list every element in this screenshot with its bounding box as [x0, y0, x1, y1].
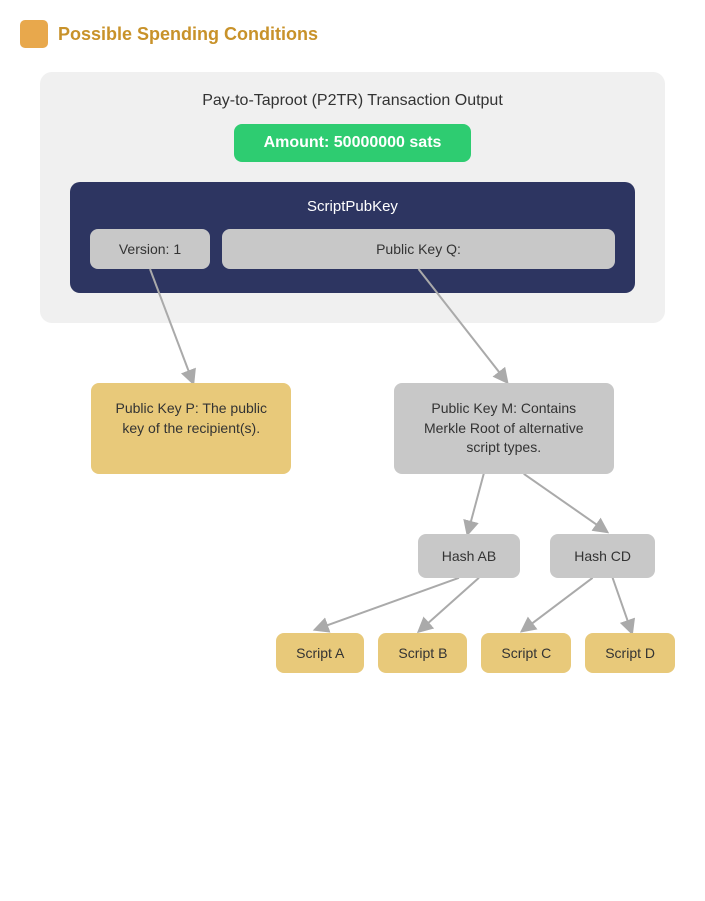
version-field: Version: 1	[90, 229, 210, 269]
scriptpubkey-title: ScriptPubKey	[90, 198, 615, 215]
amount-badge: Amount: 50000000 sats	[234, 124, 472, 162]
hash-ab-node: Hash AB	[418, 534, 520, 578]
pubkey-p-node: Public Key P: The public key of the reci…	[91, 383, 291, 474]
pubkey-q-field: Public Key Q:	[222, 229, 615, 269]
scripts-row: Script A Script B Script C Script D	[276, 633, 675, 673]
header: Possible Spending Conditions	[20, 20, 685, 48]
p2tr-container: Pay-to-Taproot (P2TR) Transaction Output…	[40, 72, 665, 323]
level1-nodes: Public Key P: The public key of the reci…	[20, 383, 685, 474]
page-container: Possible Spending Conditions Pay-to-Tapr…	[0, 0, 705, 901]
script-a-node: Script A	[276, 633, 364, 673]
hash-row: Hash AB Hash CD	[418, 534, 655, 578]
pubkey-m-node: Public Key M: Contains Merkle Root of al…	[394, 383, 614, 474]
script-d-node: Script D	[585, 633, 675, 673]
script-c-node: Script C	[481, 633, 571, 673]
header-title: Possible Spending Conditions	[58, 24, 318, 45]
p2tr-title: Pay-to-Taproot (P2TR) Transaction Output	[70, 92, 635, 110]
level2-nodes: Hash AB Hash CD	[20, 534, 685, 578]
header-icon	[20, 20, 48, 48]
scriptpubkey-fields: Version: 1 Public Key Q:	[90, 229, 615, 269]
lower-diagram: Public Key P: The public key of the reci…	[20, 383, 685, 673]
scriptpubkey-box: ScriptPubKey Version: 1 Public Key Q:	[70, 182, 635, 293]
level3-nodes: Script A Script B Script C Script D	[20, 633, 685, 673]
hash-cd-node: Hash CD	[550, 534, 655, 578]
script-b-node: Script B	[378, 633, 467, 673]
